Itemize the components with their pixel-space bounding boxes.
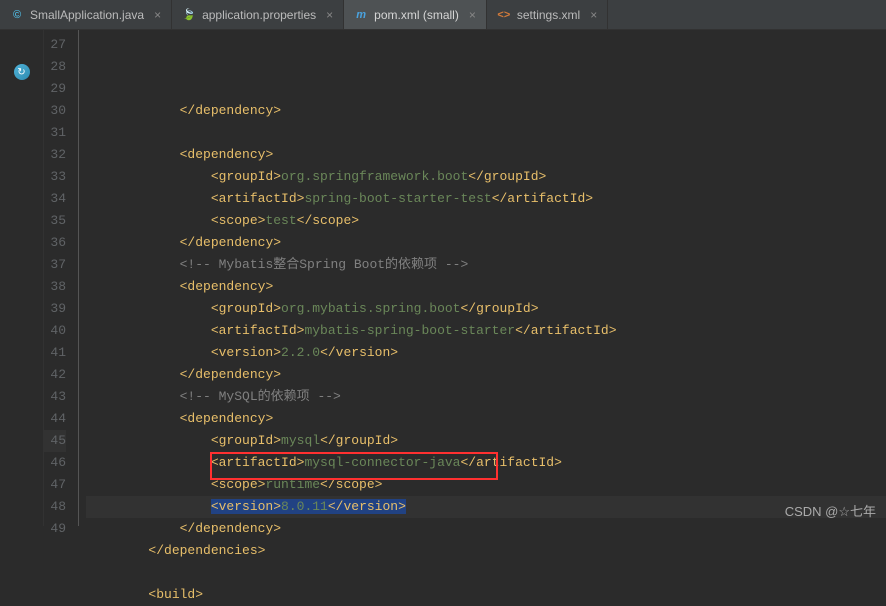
line-number: 30 — [44, 100, 66, 122]
close-icon[interactable]: × — [154, 8, 161, 22]
fold-gutter — [72, 30, 86, 526]
line-number: 48 — [44, 496, 66, 518]
close-icon[interactable]: × — [469, 8, 476, 22]
code-line[interactable]: <groupId>org.mybatis.spring.boot</groupI… — [86, 298, 886, 320]
tab-label: SmallApplication.java — [30, 8, 144, 22]
leaf-icon: 🍃 — [182, 8, 196, 22]
code-line[interactable]: <build> — [86, 584, 886, 606]
line-number: 36 — [44, 232, 66, 254]
line-number: 31 — [44, 122, 66, 144]
line-number: 45 — [44, 430, 66, 452]
line-number: 33 — [44, 166, 66, 188]
bean-icon[interactable]: ↻ — [14, 64, 30, 80]
code-line[interactable]: </dependency> — [86, 364, 886, 386]
code-line[interactable]: <scope>test</scope> — [86, 210, 886, 232]
tab-1[interactable]: 🍃 application.properties × — [172, 0, 344, 29]
line-number: 39 — [44, 298, 66, 320]
line-number: 34 — [44, 188, 66, 210]
code-line[interactable]: <scope>runtime</scope> — [86, 474, 886, 496]
maven-icon: m — [354, 8, 368, 22]
code-line[interactable] — [86, 122, 886, 144]
line-number: 40 — [44, 320, 66, 342]
line-number: 47 — [44, 474, 66, 496]
line-number: 27 — [44, 34, 66, 56]
code-line[interactable]: <dependency> — [86, 276, 886, 298]
left-margin: ↻ — [0, 30, 44, 526]
code-line[interactable]: <artifactId>mybatis-spring-boot-starter<… — [86, 320, 886, 342]
code-line[interactable]: <artifactId>mysql-connector-java</artifa… — [86, 452, 886, 474]
code-line[interactable]: <artifactId>spring-boot-starter-test</ar… — [86, 188, 886, 210]
line-number: 43 — [44, 386, 66, 408]
close-icon[interactable]: × — [590, 8, 597, 22]
line-number: 49 — [44, 518, 66, 540]
code-line[interactable]: <!-- MySQL的依赖项 --> — [86, 386, 886, 408]
line-number-gutter: 2728293031323334353637383940414243444546… — [44, 30, 72, 526]
code-line[interactable]: </dependency> — [86, 232, 886, 254]
close-icon[interactable]: × — [326, 8, 333, 22]
tab-0[interactable]: © SmallApplication.java × — [0, 0, 172, 29]
line-number: 42 — [44, 364, 66, 386]
line-number: 32 — [44, 144, 66, 166]
code-line[interactable]: <groupId>mysql</groupId> — [86, 430, 886, 452]
code-line[interactable]: </dependency> — [86, 100, 886, 122]
xml-icon: <> — [497, 8, 511, 22]
code-line[interactable]: <groupId>org.springframework.boot</group… — [86, 166, 886, 188]
code-line[interactable]: <!-- Mybatis整合Spring Boot的依赖项 --> — [86, 254, 886, 276]
line-number: 38 — [44, 276, 66, 298]
java-icon: © — [10, 8, 24, 22]
tab-label: pom.xml (small) — [374, 8, 459, 22]
tab-label: application.properties — [202, 8, 316, 22]
code-line[interactable] — [86, 562, 886, 584]
tab-3[interactable]: <> settings.xml × — [487, 0, 608, 29]
code-line[interactable]: <dependency> — [86, 408, 886, 430]
code-line[interactable]: <dependency> — [86, 144, 886, 166]
line-number: 28 — [44, 56, 66, 78]
line-number: 41 — [44, 342, 66, 364]
code-line[interactable]: <version>8.0.11</version> — [86, 496, 886, 518]
watermark-text: CSDN @☆七年 — [785, 501, 876, 520]
line-number: 44 — [44, 408, 66, 430]
line-number: 37 — [44, 254, 66, 276]
code-line[interactable]: <version>2.2.0</version> — [86, 342, 886, 364]
tab-2[interactable]: m pom.xml (small) × — [344, 0, 487, 29]
code-editor[interactable]: </dependency> <dependency> <groupId>org.… — [86, 30, 886, 526]
tab-label: settings.xml — [517, 8, 580, 22]
line-number: 46 — [44, 452, 66, 474]
line-number: 35 — [44, 210, 66, 232]
code-line[interactable]: </dependencies> — [86, 540, 886, 562]
editor-workspace: ↻ 27282930313233343536373839404142434445… — [0, 30, 886, 526]
line-number: 29 — [44, 78, 66, 100]
code-line[interactable]: </dependency> — [86, 518, 886, 540]
tab-bar: © SmallApplication.java × 🍃 application.prop… — [0, 0, 886, 30]
